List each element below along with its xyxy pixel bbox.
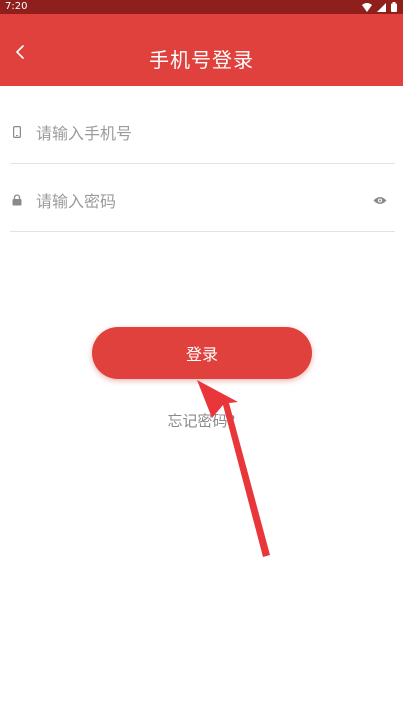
page-title: 手机号登录 — [149, 48, 254, 72]
signal-icon — [377, 2, 386, 12]
phone-field-row — [10, 103, 395, 164]
password-visibility-toggle[interactable] — [371, 191, 389, 209]
battery-icon — [391, 2, 397, 12]
password-input[interactable] — [36, 185, 356, 217]
app-bar: 手机号登录 — [0, 14, 403, 86]
password-field-row — [10, 171, 395, 232]
wifi-icon — [362, 2, 372, 12]
login-button[interactable]: 登录 — [92, 327, 312, 379]
eye-icon — [373, 196, 387, 204]
forgot-password-link[interactable]: 忘记密码? — [0, 410, 403, 431]
lock-icon — [10, 193, 24, 207]
phone-icon — [10, 125, 24, 139]
status-bar: 7:20 — [0, 0, 403, 14]
phone-input[interactable] — [36, 117, 356, 149]
status-time: 7:20 — [5, 1, 28, 12]
status-icons — [362, 2, 397, 12]
